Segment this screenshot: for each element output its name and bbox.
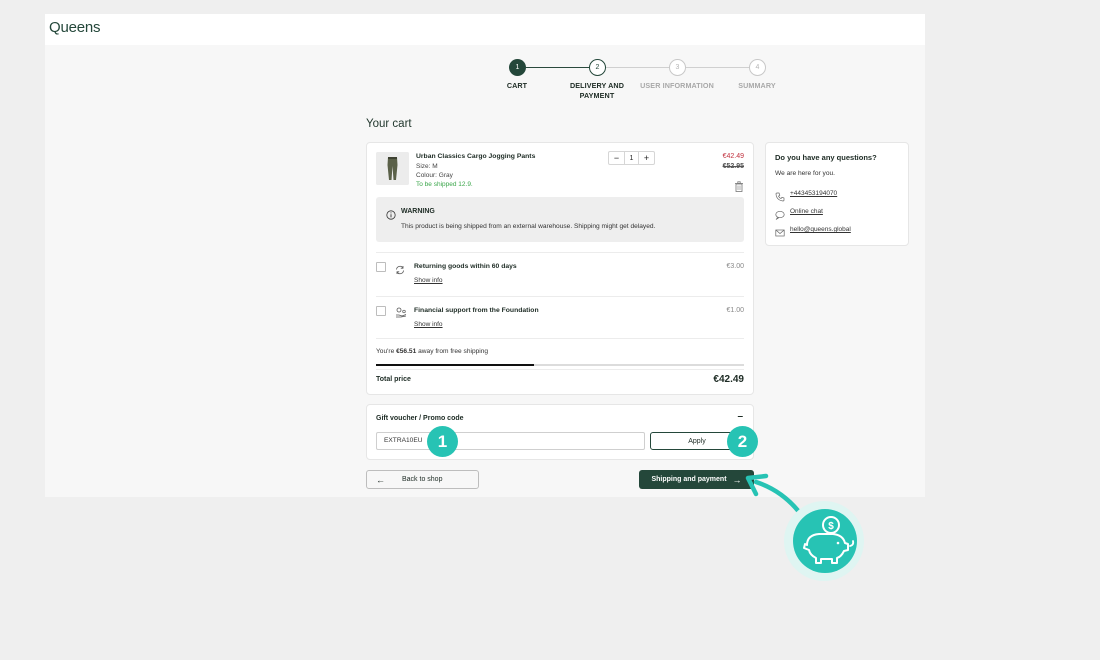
extra-return-info-link[interactable]: Show info (414, 277, 443, 284)
step-4-circle: 4 (749, 59, 766, 76)
step-3-label: USER INFORMATION (640, 81, 714, 90)
piggy-bank-icon: $ (793, 509, 857, 573)
free-shipping-progress-track (376, 364, 744, 366)
promo-code-input[interactable]: EXTRA10EU (376, 432, 645, 450)
divider (376, 338, 744, 339)
tutorial-marker-1: 1 (427, 426, 458, 457)
info-icon (386, 207, 396, 220)
product-size: Size: M (416, 163, 438, 170)
divider (376, 252, 744, 253)
free-shipping-amount: €56.51 (396, 348, 417, 355)
product-image[interactable] (376, 152, 409, 185)
back-to-shop-button[interactable]: ← Back to shop (366, 470, 479, 489)
back-to-shop-label: Back to shop (402, 476, 443, 483)
shipping-and-payment-button[interactable]: Shipping and payment → (639, 470, 754, 489)
help-chat-link[interactable]: Online chat (790, 208, 823, 215)
header-bar: Queens (45, 14, 925, 45)
chat-icon (775, 207, 785, 221)
product-old-price: €52.95 (722, 163, 744, 170)
product-name[interactable]: Urban Classics Cargo Jogging Pants (416, 153, 535, 160)
hand-coins-icon (395, 305, 407, 318)
step-2-label: DELIVERY AND PAYMENT (569, 81, 625, 100)
extra-support-info-link[interactable]: Show info (414, 321, 443, 328)
step-4-label: SUMMARY (738, 81, 776, 90)
free-shipping-progress-fill (376, 364, 535, 366)
tutorial-marker-2: 2 (727, 426, 758, 457)
help-title: Do you have any questions? (775, 153, 877, 162)
trash-icon[interactable] (734, 179, 744, 192)
shipping-date: To be shipped 12.9. (416, 181, 473, 188)
product-colour: Colour: Gray (416, 172, 453, 179)
page-title: Your cart (366, 118, 412, 130)
product-price: €42.49 (722, 153, 744, 160)
warning-box: WARNING This product is being shipped fr… (376, 197, 744, 242)
help-email-link[interactable]: hello@queens.global (790, 226, 851, 233)
svg-text:$: $ (828, 521, 834, 532)
help-subtitle: We are here for you. (775, 170, 835, 177)
warning-title: WARNING (401, 208, 435, 215)
phone-icon (775, 189, 785, 202)
total-price-value: €42.49 (713, 374, 744, 385)
step-2-circle[interactable]: 2 (589, 59, 606, 76)
step-3-circle: 3 (669, 59, 686, 76)
mail-icon (775, 225, 785, 237)
quantity-increase-button[interactable]: + (639, 152, 654, 164)
help-phone-link[interactable]: +443453194070 (790, 190, 837, 197)
total-price-label: Total price (376, 376, 411, 383)
voucher-collapse-button[interactable]: – (737, 411, 743, 422)
step-connector (686, 67, 749, 68)
voucher-card: Gift voucher / Promo code – EXTRA10EU Ap… (366, 404, 754, 460)
cart-card: Urban Classics Cargo Jogging Pants Size:… (366, 142, 754, 395)
step-1-circle[interactable]: 1 (509, 59, 526, 76)
page-frame: Queens 1 2 3 4 CART DELIVERY AND PAYMENT… (45, 14, 925, 497)
free-shipping-message: You're €56.51 away from free shipping (376, 348, 489, 355)
extra-return-checkbox[interactable] (376, 262, 386, 272)
brand-logo[interactable]: Queens (49, 19, 101, 36)
extra-support-label: Financial support from the Foundation (414, 307, 539, 314)
extra-support-checkbox[interactable] (376, 306, 386, 316)
voucher-title: Gift voucher / Promo code (376, 415, 464, 422)
shipping-and-payment-label: Shipping and payment (651, 476, 727, 483)
extra-support-price: €1.00 (726, 307, 744, 314)
step-connector (606, 67, 669, 68)
piggy-bank-badge: $ (784, 501, 864, 581)
quantity-value[interactable]: 1 (624, 152, 639, 164)
extra-return-label: Returning goods within 60 days (414, 263, 517, 270)
warning-text: This product is being shipped from an ex… (401, 223, 656, 230)
quantity-decrease-button[interactable]: − (609, 152, 624, 164)
step-connector (526, 67, 589, 68)
help-card: Do you have any questions? We are here f… (765, 142, 909, 246)
extra-return-price: €3.00 (726, 263, 744, 270)
divider (376, 296, 744, 297)
step-1-label: CART (506, 81, 528, 90)
divider (376, 369, 744, 370)
refresh-icon (395, 262, 405, 275)
quantity-stepper: − 1 + (608, 151, 655, 165)
arrow-left-icon: ← (376, 474, 385, 485)
